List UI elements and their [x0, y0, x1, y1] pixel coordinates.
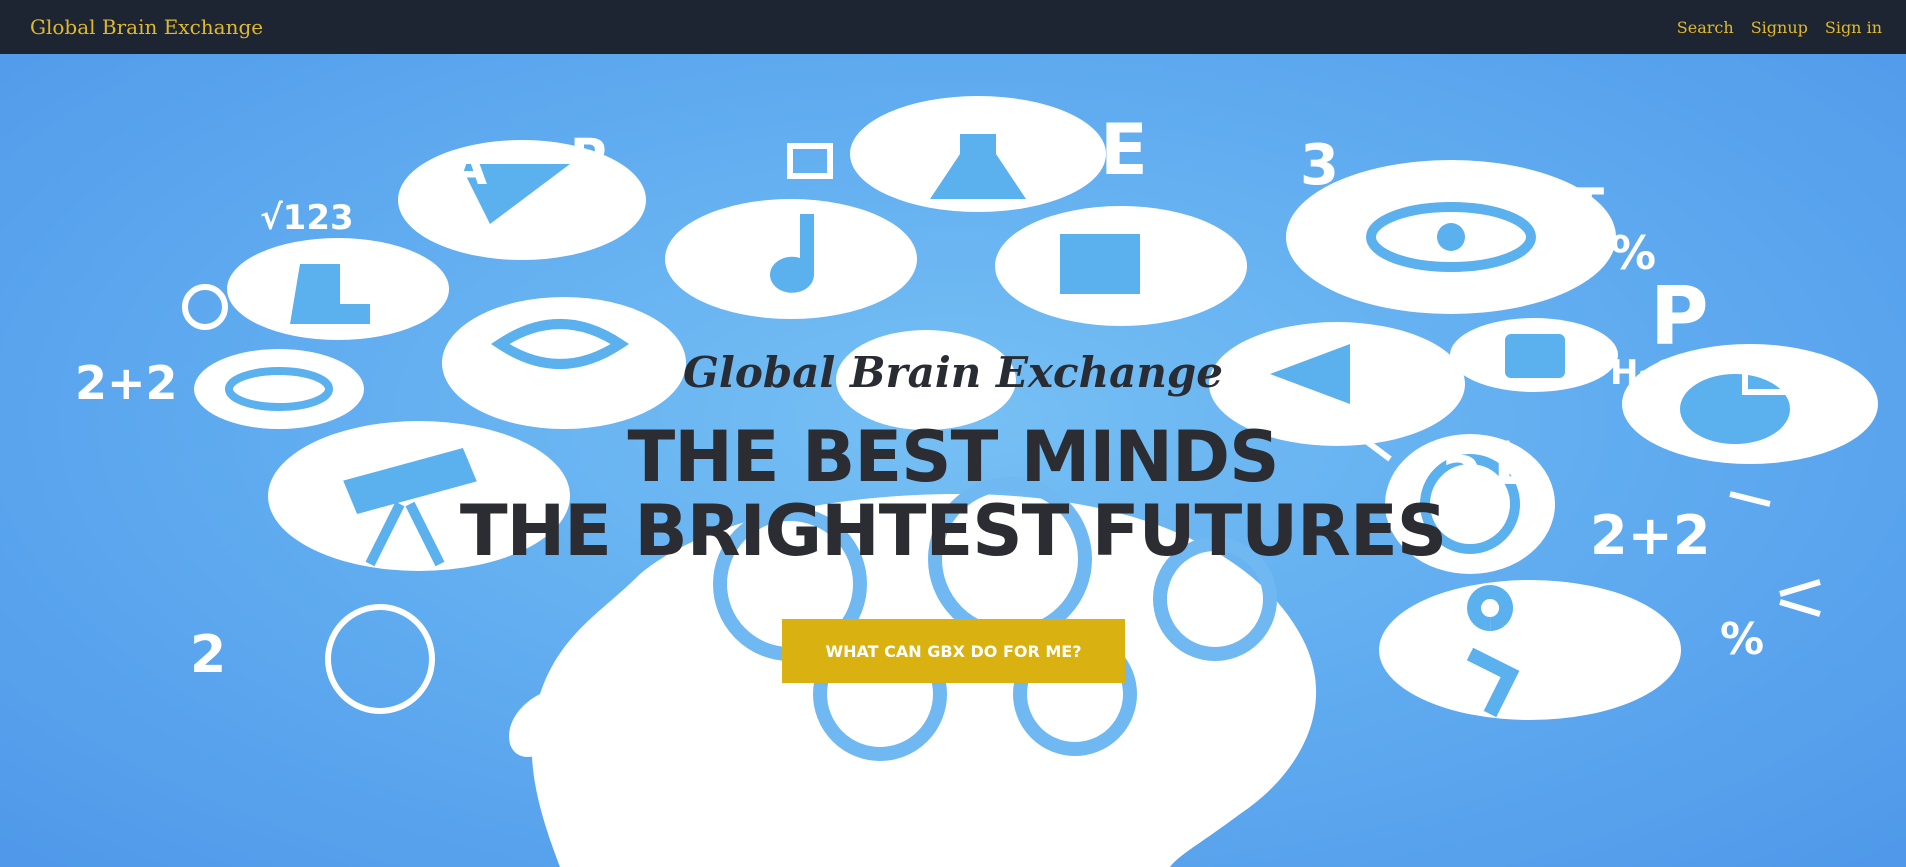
headline-line-2: THE BRIGHTEST FUTURES	[459, 490, 1447, 572]
nav-search-link[interactable]: Search	[1677, 18, 1734, 37]
nav-signup-link[interactable]: Signup	[1751, 18, 1808, 37]
nav-signin-link[interactable]: Sign in	[1825, 18, 1882, 37]
hero-content: Global Brain Exchange THE BEST MINDS THE…	[0, 54, 1906, 867]
hero-headline: THE BEST MINDS THE BRIGHTEST FUTURES	[0, 420, 1906, 568]
top-navbar: Global Brain Exchange Search Signup Sign…	[0, 0, 1906, 54]
headline-line-1: THE BEST MINDS	[627, 416, 1279, 498]
nav-links: Search Signup Sign in	[1677, 18, 1882, 37]
what-can-gbx-do-button[interactable]: WHAT CAN GBX DO FOR ME?	[782, 619, 1125, 683]
hero-subtitle: Global Brain Exchange	[683, 348, 1223, 397]
hero-section: A P E 3 T % P 2+2 2+2 2 √123 H₂O % 51 x …	[0, 54, 1906, 867]
brand-link[interactable]: Global Brain Exchange	[30, 15, 263, 39]
